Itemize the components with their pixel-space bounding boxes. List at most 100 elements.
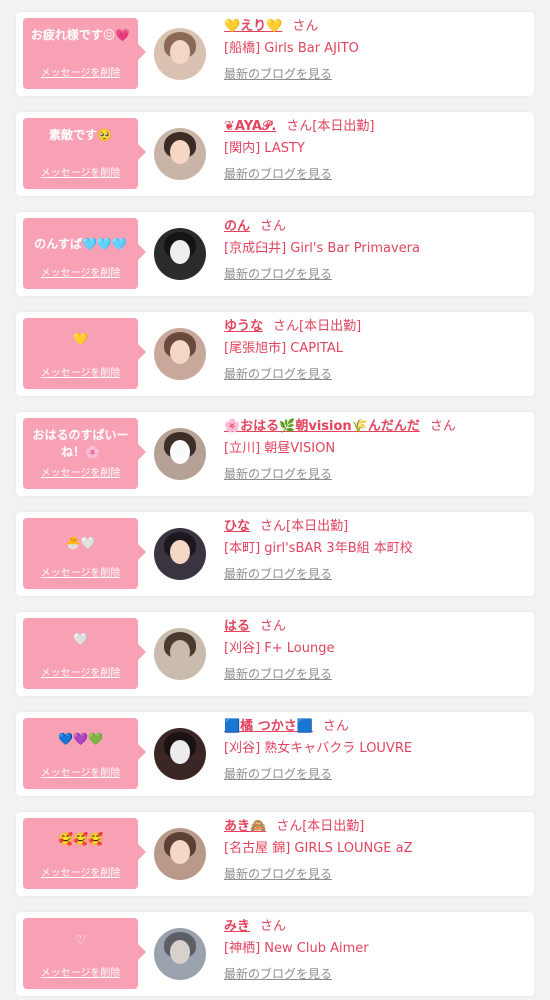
profile-info: 🟦橘 つかさ🟦 さん [刈谷] 熟女キャバクラ LOUVRE 最新のブログを見る (224, 718, 528, 782)
profile-info: ゆうな さん[本日出勤] [尾張旭市] CAPITAL 最新のブログを見る (224, 318, 528, 382)
message-card: のんすぱ🩵🩵🩵 メッセージを削除 のん さん [京成臼井] Girl's Bar … (16, 212, 534, 296)
latest-blog-link[interactable]: 最新のブログを見る (224, 965, 332, 982)
message-text: 💙💜💚 (58, 732, 103, 746)
work-status: [本日出勤] (302, 819, 365, 834)
avatar[interactable] (154, 228, 206, 280)
honorific: さん (276, 819, 303, 834)
profile-info: みき さん [神栖] New Club Aimer 最新のブログを見る (224, 918, 528, 982)
avatar[interactable] (154, 928, 206, 980)
avatar[interactable] (154, 628, 206, 680)
shop-name: [京成臼井] Girl's Bar Primavera (224, 241, 420, 256)
delete-message-link[interactable]: メッセージを削除 (23, 364, 138, 379)
message-card: ♡ メッセージを削除 みき さん [神栖] New Club Aimer 最新のブ… (16, 912, 534, 996)
delete-message-link[interactable]: メッセージを削除 (23, 964, 138, 979)
shop-name: [名古屋 錦] GIRLS LOUNGE aZ (224, 841, 413, 856)
honorific: さん (260, 519, 287, 534)
shop-name: [刈谷] 熟女キャバクラ LOUVRE (224, 741, 413, 756)
girl-name-link[interactable]: 🟦橘 つかさ🟦 (224, 719, 313, 734)
honorific: さん (429, 419, 456, 434)
girl-name-link[interactable]: ❦AYA𝒫. (224, 119, 276, 134)
message-text: 🥰🥰🥰 (58, 832, 103, 846)
profile-info: はる さん [刈谷] F+ Lounge 最新のブログを見る (224, 618, 528, 682)
honorific: さん (260, 619, 287, 634)
delete-message-link[interactable]: メッセージを削除 (23, 264, 138, 279)
shop-name: [立川] 朝昼VISION (224, 441, 336, 456)
profile-info: あき🙈 さん[本日出勤] [名古屋 錦] GIRLS LOUNGE aZ 最新のブ… (224, 818, 528, 882)
avatar[interactable] (154, 828, 206, 880)
honorific: さん (322, 719, 349, 734)
message-bubble: 🤍 メッセージを削除 (23, 618, 146, 689)
message-text: おはるのすばいーね！🌸 (32, 428, 129, 459)
message-text: 🐣🤍 (65, 536, 96, 550)
profile-info: ❦AYA𝒫. さん[本日出勤] [関内] LASTY 最新のブログを見る (224, 118, 528, 182)
delete-message-link[interactable]: メッセージを削除 (23, 764, 138, 779)
shop-name: [関内] LASTY (224, 141, 305, 156)
honorific: さん (292, 19, 319, 34)
girl-name-link[interactable]: みき (224, 919, 250, 934)
avatar[interactable] (154, 728, 206, 780)
shop-name: [刈谷] F+ Lounge (224, 641, 335, 656)
honorific: さん (286, 119, 313, 134)
message-text: 💛 (73, 332, 88, 346)
message-text: 🤍 (73, 632, 88, 646)
message-text: のんすぱ🩵🩵🩵 (34, 237, 127, 251)
shop-name: [尾張旭市] CAPITAL (224, 341, 343, 356)
girl-name-link[interactable]: 💛えり💛 (224, 19, 282, 34)
avatar[interactable] (154, 428, 206, 480)
message-bubble: 🐣🤍 メッセージを削除 (23, 518, 146, 589)
delete-message-link[interactable]: メッセージを削除 (23, 464, 138, 479)
latest-blog-link[interactable]: 最新のブログを見る (224, 665, 332, 682)
girl-name-link[interactable]: のん (224, 219, 250, 234)
message-bubble: ♡ メッセージを削除 (23, 918, 146, 989)
honorific: さん (260, 919, 287, 934)
girl-name-link[interactable]: ひな (224, 519, 250, 534)
girl-name-link[interactable]: 🌸おはる🌿朝vision🌾んだんだ (224, 419, 420, 434)
profile-info: のん さん [京成臼井] Girl's Bar Primavera 最新のブログを… (224, 218, 528, 282)
latest-blog-link[interactable]: 最新のブログを見る (224, 465, 332, 482)
delete-message-link[interactable]: メッセージを削除 (23, 564, 138, 579)
avatar[interactable] (154, 328, 206, 380)
message-card: お疲れ様です😖💗 メッセージを削除 💛えり💛 さん [船橋] Girls Bar … (16, 12, 534, 96)
message-list: お疲れ様です😖💗 メッセージを削除 💛えり💛 さん [船橋] Girls Bar … (0, 0, 550, 1000)
message-card: おはるのすばいーね！🌸 メッセージを削除 🌸おはる🌿朝vision🌾んだんだ さん… (16, 412, 534, 496)
shop-name: [船橋] Girls Bar AJITO (224, 41, 359, 56)
profile-info: 💛えり💛 さん [船橋] Girls Bar AJITO 最新のブログを見る (224, 18, 528, 82)
latest-blog-link[interactable]: 最新のブログを見る (224, 165, 332, 182)
message-bubble: お疲れ様です😖💗 メッセージを削除 (23, 18, 146, 89)
avatar[interactable] (154, 528, 206, 580)
latest-blog-link[interactable]: 最新のブログを見る (224, 865, 332, 882)
message-card: 🤍 メッセージを削除 はる さん [刈谷] F+ Lounge 最新のブログを見る (16, 612, 534, 696)
girl-name-link[interactable]: ゆうな (224, 319, 263, 334)
work-status: [本日出勤] (286, 519, 349, 534)
girl-name-link[interactable]: はる (224, 619, 250, 634)
message-bubble: おはるのすばいーね！🌸 メッセージを削除 (23, 418, 146, 489)
delete-message-link[interactable]: メッセージを削除 (23, 664, 138, 679)
message-bubble: 💛 メッセージを削除 (23, 318, 146, 389)
delete-message-link[interactable]: メッセージを削除 (23, 164, 138, 179)
latest-blog-link[interactable]: 最新のブログを見る (224, 265, 332, 282)
delete-message-link[interactable]: メッセージを削除 (23, 64, 138, 79)
message-bubble: 💙💜💚 メッセージを削除 (23, 718, 146, 789)
message-text: ♡ (75, 933, 86, 947)
profile-info: 🌸おはる🌿朝vision🌾んだんだ さん [立川] 朝昼VISION 最新のブログ… (224, 418, 528, 482)
delete-message-link[interactable]: メッセージを削除 (23, 864, 138, 879)
message-card: 🥰🥰🥰 メッセージを削除 あき🙈 さん[本日出勤] [名古屋 錦] GIRLS L… (16, 812, 534, 896)
message-text: お疲れ様です😖💗 (30, 28, 131, 42)
message-card: 素敵です🥺 メッセージを削除 ❦AYA𝒫. さん[本日出勤] [関内] LASTY… (16, 112, 534, 196)
message-card: 💙💜💚 メッセージを削除 🟦橘 つかさ🟦 さん [刈谷] 熟女キャバクラ LOUV… (16, 712, 534, 796)
shop-name: [本町] girl'sBAR 3年B組 本町校 (224, 541, 413, 556)
honorific: さん (273, 319, 300, 334)
latest-blog-link[interactable]: 最新のブログを見る (224, 365, 332, 382)
latest-blog-link[interactable]: 最新のブログを見る (224, 765, 332, 782)
latest-blog-link[interactable]: 最新のブログを見る (224, 565, 332, 582)
avatar[interactable] (154, 128, 206, 180)
shop-name: [神栖] New Club Aimer (224, 941, 369, 956)
girl-name-link[interactable]: あき🙈 (224, 819, 266, 834)
avatar[interactable] (154, 28, 206, 80)
latest-blog-link[interactable]: 最新のブログを見る (224, 65, 332, 82)
message-bubble: のんすぱ🩵🩵🩵 メッセージを削除 (23, 218, 146, 289)
message-bubble: 🥰🥰🥰 メッセージを削除 (23, 818, 146, 889)
message-card: 🐣🤍 メッセージを削除 ひな さん[本日出勤] [本町] girl'sBAR 3年… (16, 512, 534, 596)
work-status: [本日出勤] (299, 319, 362, 334)
message-text: 素敵です🥺 (49, 128, 112, 142)
